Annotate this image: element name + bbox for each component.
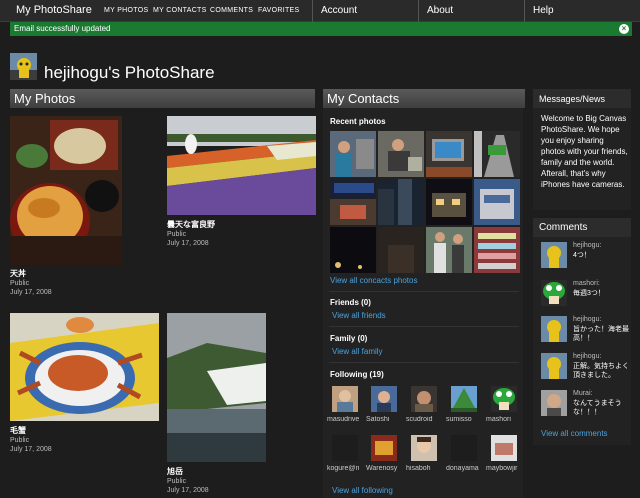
recent-photo-thumb[interactable] <box>378 227 424 273</box>
recent-photos-label: Recent photos <box>330 117 386 126</box>
contact-avatar <box>411 386 437 412</box>
contact-avatar <box>411 435 437 461</box>
contact-name: mashori <box>486 416 511 423</box>
my-contacts-heading: My Contacts <box>323 89 525 108</box>
contact-name: Warenosy <box>366 465 398 472</box>
photo-date: July 17, 2008 <box>10 446 52 453</box>
contact-avatar <box>332 435 358 461</box>
comment-item[interactable]: hejihogu: 旨かった！海老最高！！ <box>541 316 631 346</box>
following-label: Following (19) <box>330 370 384 379</box>
success-notice: Email successfully updated × <box>10 22 632 36</box>
recent-photo-thumb[interactable] <box>426 179 472 225</box>
comment-item[interactable]: mashori: 毎週3つ！ <box>541 280 631 310</box>
photo-date: July 17, 2008 <box>167 240 209 247</box>
photo-visibility: Public <box>10 437 30 444</box>
photo-visibility: Public <box>167 231 187 238</box>
view-all-friends-link[interactable]: View all friends <box>332 311 386 320</box>
recent-photo-thumb[interactable] <box>426 131 472 177</box>
mushroom-avatar-icon <box>491 386 517 412</box>
close-icon[interactable]: × <box>619 24 629 34</box>
comment-text: 旨かった！海老最高！！ <box>573 326 629 342</box>
notice-message: Email successfully updated <box>14 24 111 33</box>
contact-avatar <box>371 386 397 412</box>
contact-name: scudroid <box>406 416 433 423</box>
menu-help[interactable]: Help <box>524 0 640 22</box>
menu-about[interactable]: About <box>418 0 524 22</box>
photo-title[interactable]: 曇天な富良野 <box>167 219 215 230</box>
divider <box>329 291 519 292</box>
recent-photo-thumb[interactable] <box>474 131 520 177</box>
photo-date: July 17, 2008 <box>10 289 52 296</box>
top-nav-bar: My PhotoShare MY PHOTOS MY CONTACTS COMM… <box>0 0 640 22</box>
comments-heading: Comments <box>533 218 631 237</box>
comment-item[interactable]: Murai: なんてうまそうな！！！ <box>541 390 631 420</box>
photo-date: July 17, 2008 <box>167 487 209 494</box>
photo-furano[interactable] <box>167 116 316 215</box>
photo-visibility: Public <box>167 478 187 485</box>
recent-photo-thumb[interactable] <box>474 179 520 225</box>
contact-avatar <box>451 435 477 461</box>
contact-name: sumisso <box>446 416 472 423</box>
divider <box>329 326 519 327</box>
contact-name: masudrive <box>327 416 360 423</box>
view-all-contacts-photos-link[interactable]: View all concacts photos <box>330 276 417 285</box>
recent-photo-thumb[interactable] <box>426 227 472 273</box>
recent-photo-thumb[interactable] <box>330 131 376 177</box>
photo-title[interactable]: 毛蟹 <box>10 425 26 436</box>
contact-avatar <box>332 386 358 412</box>
view-all-family-link[interactable]: View all family <box>332 347 383 356</box>
photo-visibility: Public <box>10 280 30 287</box>
contact-name: maybowjir <box>486 465 518 472</box>
commenter-name: hejihogu: <box>573 316 602 323</box>
app-title[interactable]: My PhotoShare <box>16 4 92 16</box>
commenter-avatar <box>541 242 567 268</box>
comment-text: 正解。気持ちよく頂きました。 <box>573 363 629 379</box>
photo-tendon[interactable] <box>10 116 122 265</box>
nav-favorites[interactable]: FAVORITES <box>258 7 299 14</box>
recent-photo-thumb[interactable] <box>378 131 424 177</box>
nav-my-contacts[interactable]: MY CONTACTS <box>153 7 207 14</box>
contact-name: hisaboh <box>406 465 431 472</box>
view-all-following-link[interactable]: View all following <box>332 486 393 495</box>
comment-text: 毎週3つ！ <box>573 290 605 297</box>
photo-asahidake[interactable] <box>167 313 266 462</box>
recent-photo-thumb[interactable] <box>474 227 520 273</box>
commenter-avatar <box>541 316 567 342</box>
welcome-message: Welcome to Big Canvas PhotoShare. We hop… <box>541 114 628 189</box>
photo-title[interactable]: 天丼 <box>10 268 26 279</box>
contact-name: Satoshi <box>366 416 390 423</box>
comment-text: 4つ！ <box>573 252 591 259</box>
contact-name: donayama <box>446 465 479 472</box>
comment-text: なんてうまそうな！！！ <box>573 400 622 416</box>
commenter-name: mashori: <box>573 280 600 287</box>
contact-avatar <box>371 435 397 461</box>
messages-news-heading: Messages/News <box>533 89 631 108</box>
mushroom-avatar-icon <box>541 280 567 306</box>
recent-photo-thumb[interactable] <box>330 227 376 273</box>
divider <box>329 362 519 363</box>
recent-photo-thumb[interactable] <box>330 179 376 225</box>
comment-item[interactable]: hejihogu: 正解。気持ちよく頂きました。 <box>541 353 631 383</box>
view-all-comments-link[interactable]: View all comments <box>541 429 608 438</box>
comment-item[interactable]: hejihogu: 4つ！ <box>541 242 631 272</box>
user-avatar <box>10 53 37 80</box>
nav-my-photos[interactable]: MY PHOTOS <box>104 7 148 14</box>
contact-name: kogure@n <box>327 465 360 472</box>
commenter-avatar <box>541 353 567 379</box>
my-photos-heading: My Photos <box>10 89 315 108</box>
page-title: hejihogu's PhotoShare <box>44 63 215 82</box>
commenter-name: hejihogu: <box>573 353 602 360</box>
recent-photo-thumb[interactable] <box>378 179 424 225</box>
contact-avatar <box>491 435 517 461</box>
family-label: Family (0) <box>330 334 368 343</box>
nav-comments[interactable]: COMMENTS <box>210 7 253 14</box>
friends-label: Friends (0) <box>330 298 371 307</box>
commenter-name: hejihogu: <box>573 242 602 249</box>
menu-account[interactable]: Account <box>312 0 418 22</box>
contact-avatar <box>451 386 477 412</box>
photo-kegani[interactable] <box>10 313 159 421</box>
commenter-name: Murai: <box>573 390 593 397</box>
commenter-avatar <box>541 390 567 416</box>
photo-title[interactable]: 旭岳 <box>167 466 183 477</box>
